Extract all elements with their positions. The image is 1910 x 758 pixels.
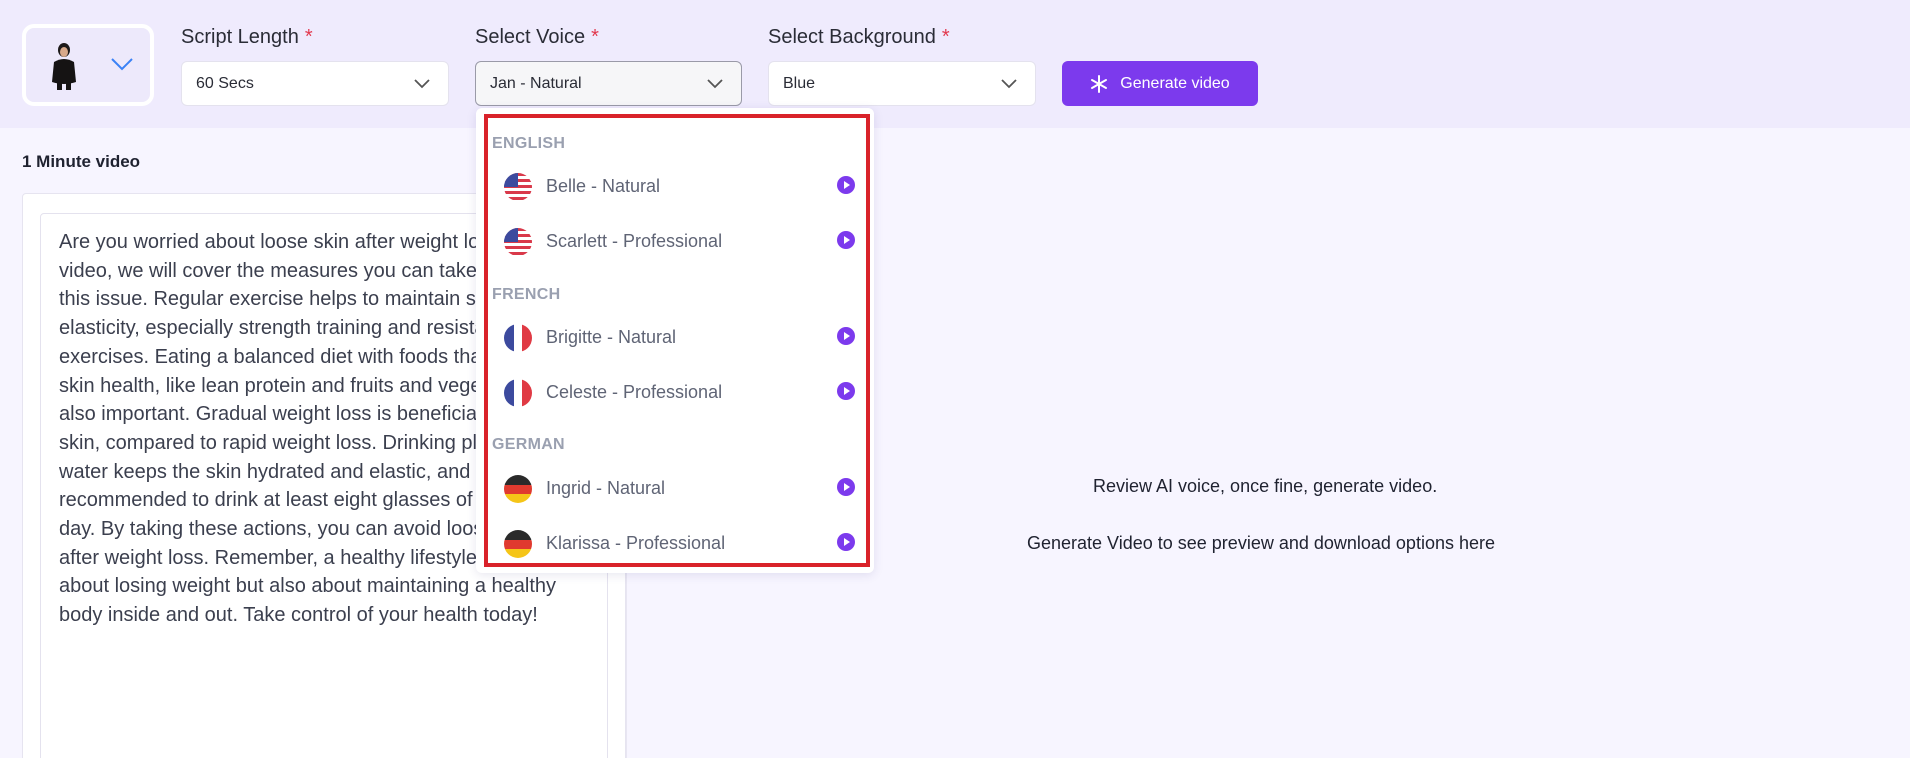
generate-video-button[interactable]: Generate video [1062, 61, 1258, 106]
preview-hint-text: Generate Video to see preview and downlo… [1027, 533, 1495, 553]
section-title: 1 Minute video [22, 152, 141, 171]
avatar-selector[interactable] [22, 24, 154, 106]
chevron-down-icon[interactable] [110, 56, 134, 72]
script-line: body inside and out. Take control of you… [59, 604, 538, 627]
script-line: about losing weight but also about maint… [59, 575, 557, 598]
chevron-down-icon [414, 79, 430, 89]
script-length-select[interactable]: 60 Secs [181, 61, 449, 106]
voice-select[interactable]: Jan - Natural [475, 61, 742, 106]
highlight-box [484, 114, 870, 567]
select-background-label: Select Background * [768, 26, 950, 48]
background-select[interactable]: Blue [768, 61, 1036, 106]
chevron-down-icon [707, 79, 723, 89]
sparkle-icon [1091, 74, 1108, 93]
avatar-presenter-icon [52, 43, 76, 90]
script-length-label: Script Length * [181, 26, 313, 48]
review-hint-text: Review AI voice, once fine, generate vid… [1093, 476, 1438, 496]
chevron-down-icon [1001, 79, 1017, 89]
select-voice-label: Select Voice * [475, 26, 599, 48]
